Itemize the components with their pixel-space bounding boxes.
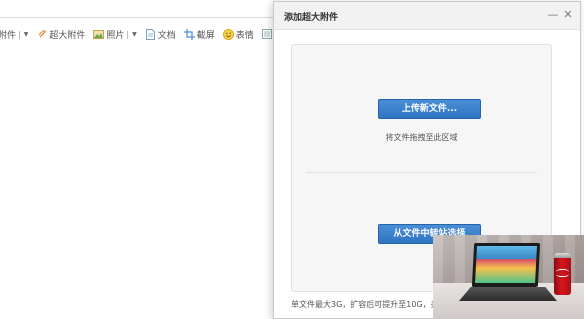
laptop-display — [475, 246, 537, 283]
more-icon — [262, 29, 273, 40]
laptop-keyboard — [459, 287, 557, 301]
toolbar-document[interactable]: 文档 — [145, 28, 176, 41]
toolbar-divider: | — [18, 29, 21, 39]
compose-toolbar: 附件 | ▼ 超大附件 照片 | ▼ 文档 截屏 表情 — [0, 24, 301, 44]
toolbar-emoji[interactable]: 表情 — [222, 28, 254, 41]
screen: 附件 | ▼ 超大附件 照片 | ▼ 文档 截屏 表情 添加超大附件 — ✕ 上… — [0, 0, 584, 319]
can-logo — [556, 269, 569, 277]
drop-hint-text: 将文件拖拽至此区域 — [385, 133, 458, 142]
upload-new-file-button[interactable]: 上传新文件... — [378, 99, 481, 119]
photo-icon — [93, 29, 105, 40]
toolbar-large-attachment-label: 超大附件 — [49, 30, 86, 41]
toolbar-screenshot[interactable]: 截屏 — [183, 28, 215, 41]
laptop-photo-overlay — [433, 235, 584, 319]
emoji-icon — [222, 28, 234, 40]
soda-can — [554, 253, 571, 295]
dialog-title: 添加超大附件 — [284, 13, 339, 23]
can-lid — [554, 253, 571, 258]
large-attachment-icon — [36, 29, 47, 40]
close-button[interactable]: ✕ — [561, 7, 575, 23]
toolbar-screenshot-label: 截屏 — [196, 30, 215, 41]
divider — [306, 172, 537, 173]
chevron-down-icon[interactable]: ▼ — [24, 31, 29, 38]
toolbar-large-attachment[interactable]: 超大附件 — [36, 28, 85, 41]
toolbar-emoji-label: 表情 — [235, 30, 254, 41]
toolbar-divider: | — [126, 29, 130, 39]
dialog-header: 添加超大附件 — ✕ — [274, 2, 580, 30]
toolbar-attachment-label: 附件 — [0, 30, 17, 41]
toolbar-photo[interactable]: 照片 | ▼ — [93, 28, 137, 41]
toolbar-document-label: 文档 — [157, 30, 176, 41]
document-icon — [145, 28, 156, 40]
laptop-screen — [471, 243, 541, 287]
subject-field-underline — [0, 12, 280, 18]
toolbar-photo-label: 照片 — [106, 30, 125, 41]
chevron-down-icon[interactable]: ▼ — [132, 31, 137, 38]
minimize-button[interactable]: — — [546, 7, 560, 23]
screenshot-icon — [183, 28, 195, 40]
toolbar-attachment[interactable]: 附件 | ▼ — [0, 28, 28, 41]
